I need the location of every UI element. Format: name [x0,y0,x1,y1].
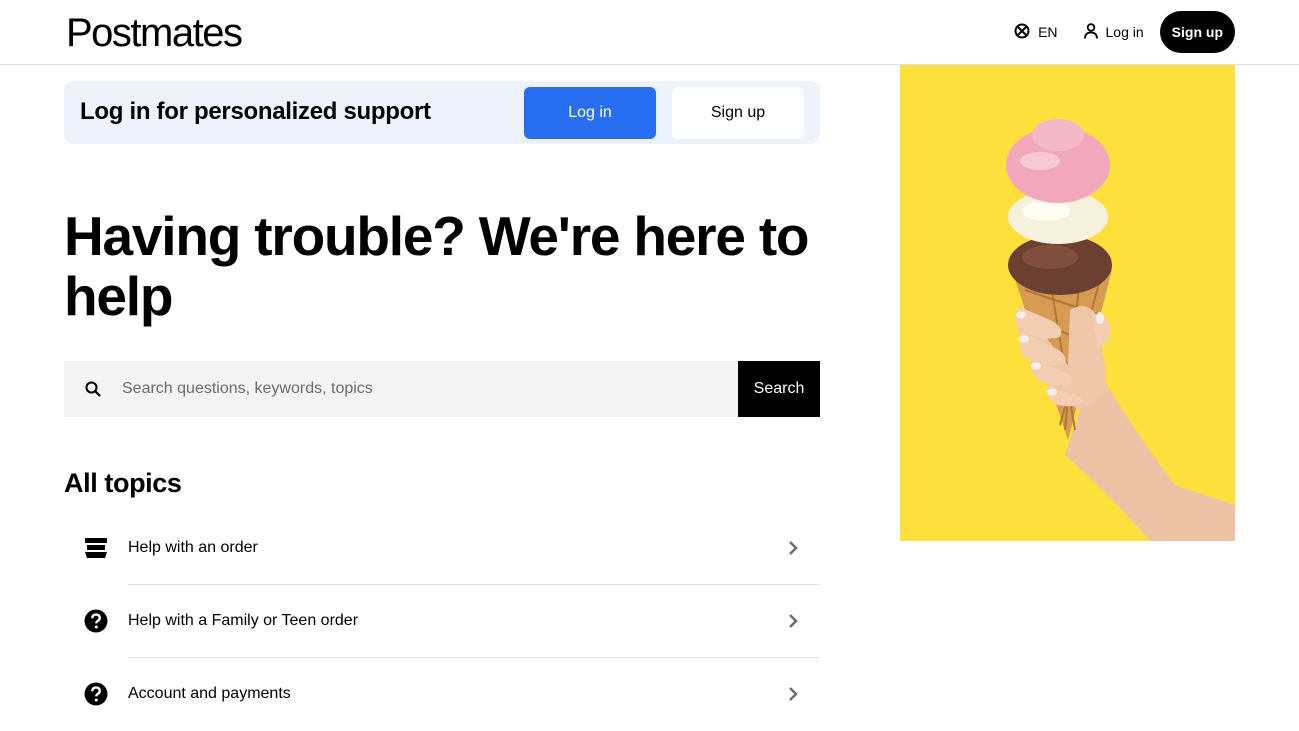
banner-signup-button[interactable]: Sign up [672,87,804,139]
search-button[interactable]: Search [738,361,820,417]
topic-label: Help with a Family or Teen order [128,612,359,629]
question-circle-icon [84,609,108,633]
topic-item-family-teen-order[interactable]: Help with a Family or Teen order [64,585,820,658]
header-actions: EN Log in Sign up [1014,11,1235,53]
language-selector[interactable]: EN [1014,23,1058,42]
banner-login-button[interactable]: Log in [524,87,656,139]
chevron-right-icon [788,614,798,628]
top-nav: Postmates EN Log in Sign up [0,0,1299,65]
support-login-banner: Log in for personalized support Log in S… [64,81,820,144]
page-title-line-2: help [64,265,173,327]
language-label: EN [1038,24,1058,40]
question-circle-icon [84,682,108,706]
banner-title: Log in for personalized support [80,98,431,125]
page-title: Having trouble? We're here to help [64,206,824,326]
help-search-bar: Search [64,361,820,417]
ice-cream-illustration [1006,119,1235,541]
topic-label: Help with an order [128,539,258,556]
topic-item-help-with-order[interactable]: Help with an order [64,512,820,585]
page-title-line-1: Having trouble? We're here to [64,205,810,267]
postmates-logo[interactable]: Postmates [66,9,243,57]
chevron-right-icon [788,687,798,701]
topics-heading: All topics [64,468,182,498]
header-login-link[interactable]: Log in [1083,22,1144,42]
person-icon [1083,22,1098,42]
topic-list: Help with an order Help with a Family or… [64,512,820,731]
store-icon [84,536,108,560]
topic-label: Account and payments [128,685,291,702]
globe-icon [1014,23,1030,42]
chevron-right-icon [788,541,798,555]
search-icon [64,361,122,417]
search-input[interactable] [122,361,738,417]
topic-item-account-payments[interactable]: Account and payments [64,658,820,731]
ice-cream-promo-image [900,65,1235,541]
header-signup-button[interactable]: Sign up [1159,11,1235,53]
header-login-label: Log in [1105,24,1144,40]
